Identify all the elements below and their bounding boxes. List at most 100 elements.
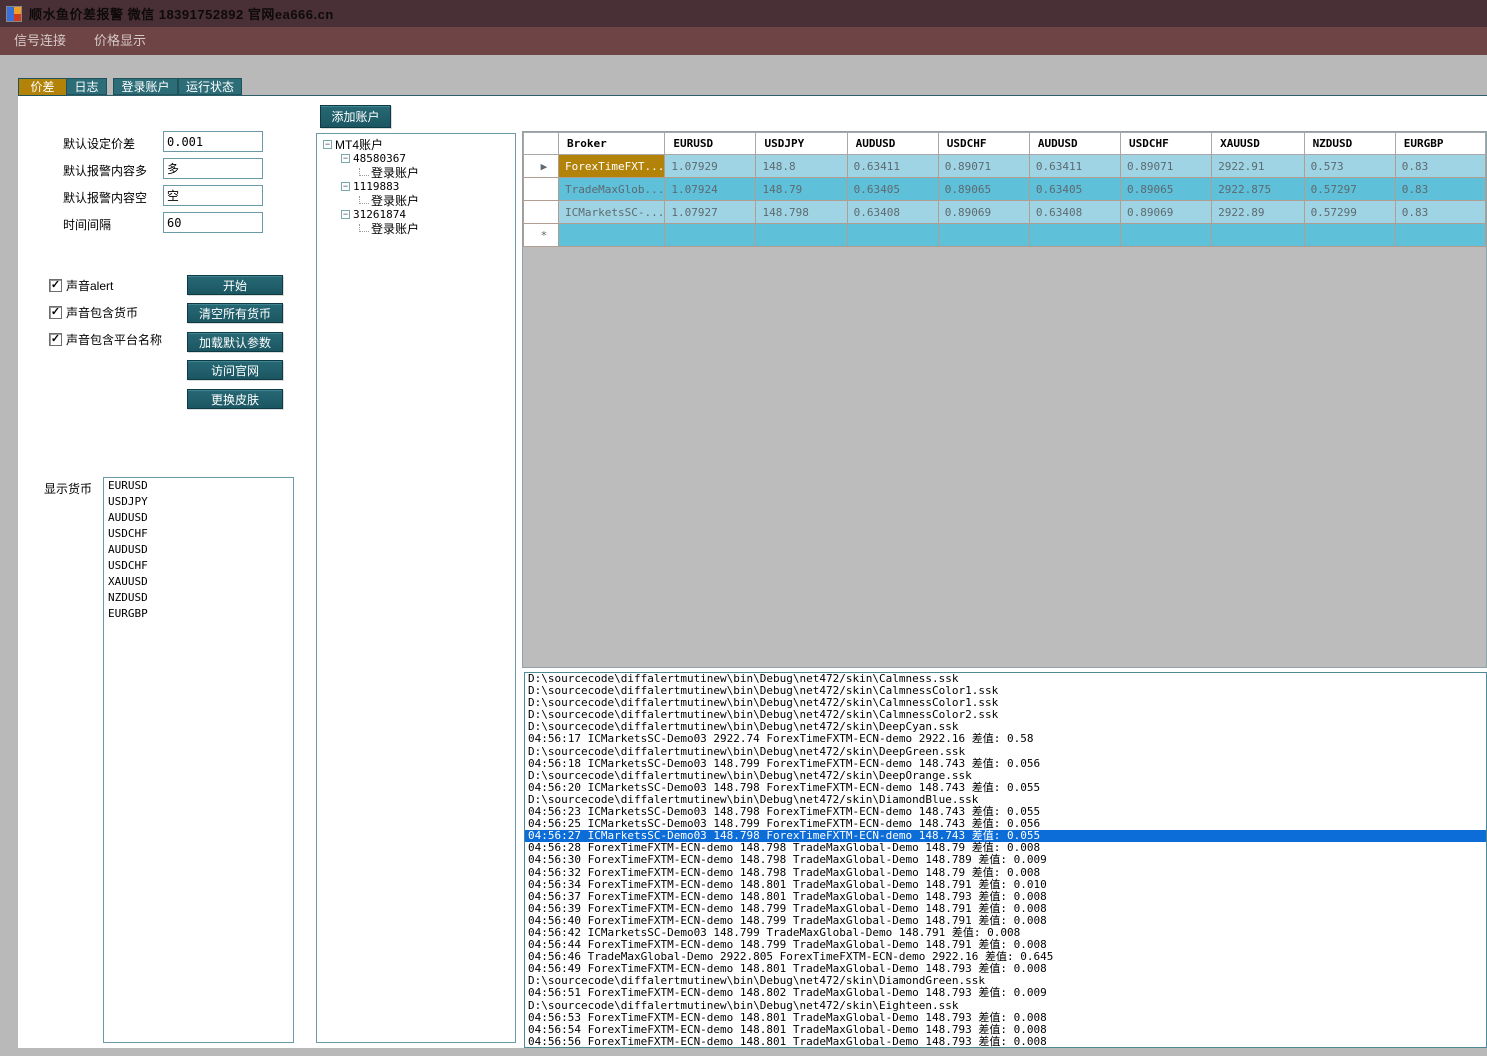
- grid-value-cell[interactable]: 148.798: [755, 200, 848, 224]
- grid-value-cell[interactable]: 0.57297: [1303, 177, 1396, 201]
- log-line[interactable]: D:\sourcecode\diffalertmutinew\bin\Debug…: [525, 745, 1486, 758]
- grid-value-cell[interactable]: 0.63411: [1028, 154, 1122, 178]
- sound-platform-checkbox[interactable]: ✓: [49, 333, 62, 346]
- visit-site-button[interactable]: 访问官网: [187, 360, 283, 380]
- tab-1[interactable]: 价差: [18, 78, 67, 96]
- currency-item[interactable]: NZDUSD: [104, 590, 293, 606]
- default-diff-input[interactable]: [163, 131, 263, 152]
- load-default-button[interactable]: 加载默认参数: [187, 332, 283, 352]
- grid-value-cell[interactable]: 0.63408: [846, 200, 939, 224]
- grid-broker-cell[interactable]: ForexTimeFXT...: [557, 154, 666, 178]
- grid-value-cell[interactable]: 2922.875: [1211, 177, 1305, 201]
- grid-value-cell[interactable]: 0.89065: [1120, 177, 1213, 201]
- start-button[interactable]: 开始: [187, 275, 283, 295]
- log-line[interactable]: 04:56:18 ICMarketsSC-Demo03 148.799 Fore…: [525, 757, 1486, 770]
- log-line[interactable]: 04:56:37 ForexTimeFXTM-ECN-demo 148.801 …: [525, 890, 1486, 903]
- grid-new-row-header[interactable]: *: [523, 223, 559, 247]
- change-skin-button[interactable]: 更换皮肤: [187, 389, 283, 409]
- tab-4[interactable]: 运行状态: [178, 78, 242, 95]
- grid-value-cell[interactable]: 0.89069: [1120, 200, 1213, 224]
- sound-currency-checkbox[interactable]: ✓: [49, 306, 62, 319]
- currency-item[interactable]: EURUSD: [104, 478, 293, 494]
- currency-item[interactable]: USDCHF: [104, 558, 293, 574]
- clear-all-button[interactable]: 清空所有货币: [187, 303, 283, 323]
- grid-empty-cell[interactable]: [557, 223, 666, 247]
- grid-value-cell[interactable]: 1.07929: [664, 154, 757, 178]
- grid-value-cell[interactable]: 0.57299: [1303, 200, 1396, 224]
- menu-item-1[interactable]: 信号连接: [0, 27, 80, 55]
- collapse-icon[interactable]: −: [323, 139, 332, 149]
- grid-value-cell[interactable]: 1.07927: [664, 200, 757, 224]
- grid-col-header[interactable]: USDCHF: [1120, 132, 1213, 155]
- grid-value-cell[interactable]: 0.89065: [937, 177, 1030, 201]
- grid-value-cell[interactable]: 1.07924: [664, 177, 757, 201]
- grid-row-header[interactable]: [523, 200, 559, 224]
- currency-item[interactable]: XAUUSD: [104, 574, 293, 590]
- grid-value-cell[interactable]: 2922.89: [1211, 200, 1305, 224]
- log-line[interactable]: 04:56:30 ForexTimeFXTM-ECN-demo 148.798 …: [525, 854, 1486, 866]
- grid-value-cell[interactable]: 0.63408: [1028, 200, 1122, 224]
- alert-content-short-input[interactable]: [163, 185, 263, 206]
- add-account-button[interactable]: 添加账户: [320, 105, 391, 128]
- collapse-icon[interactable]: −: [341, 209, 350, 219]
- grid-empty-cell[interactable]: [1211, 223, 1305, 247]
- currency-item[interactable]: AUDUSD: [104, 510, 293, 526]
- log-listbox[interactable]: D:\sourcecode\diffalertmutinew\bin\Debug…: [524, 672, 1487, 1048]
- log-line[interactable]: 04:56:56 ForexTimeFXTM-ECN-demo 148.801 …: [525, 1035, 1486, 1047]
- currency-listbox[interactable]: EURUSD USDJPY AUDUSD USDCHF AUDUSD USDCHF XAUU…: [103, 477, 294, 1043]
- tree-node[interactable]: 登录账户: [359, 221, 419, 236]
- currency-item[interactable]: USDJPY: [104, 494, 293, 510]
- log-line[interactable]: D:\sourcecode\diffalertmutinew\bin\Debug…: [525, 999, 1486, 1012]
- grid-value-cell[interactable]: 148.79: [755, 177, 848, 201]
- price-grid[interactable]: Broker EURUSD USDJPY AUDUSD USDCHF AUDUSD USDC…: [522, 131, 1487, 668]
- grid-empty-cell[interactable]: [755, 223, 848, 247]
- grid-value-cell[interactable]: 0.83: [1394, 177, 1486, 201]
- grid-value-cell[interactable]: 0.63411: [846, 154, 939, 178]
- grid-value-cell[interactable]: 0.89069: [937, 200, 1030, 224]
- grid-col-header[interactable]: EURUSD: [664, 132, 757, 155]
- grid-col-header[interactable]: EURGBP: [1394, 132, 1486, 155]
- log-line[interactable]: 04:56:17 ICMarketsSC-Demo03 2922.74 Fore…: [525, 733, 1486, 745]
- grid-empty-cell[interactable]: [664, 223, 757, 247]
- log-line[interactable]: 04:56:32 ForexTimeFXTM-ECN-demo 148.798 …: [525, 866, 1486, 879]
- log-line[interactable]: 04:56:53 ForexTimeFXTM-ECN-demo 148.801 …: [525, 1011, 1486, 1024]
- grid-empty-cell[interactable]: [937, 223, 1030, 247]
- log-line[interactable]: 04:56:34 ForexTimeFXTM-ECN-demo 148.801 …: [525, 878, 1486, 891]
- grid-col-header[interactable]: USDJPY: [755, 132, 848, 155]
- grid-broker-cell[interactable]: TradeMaxGlob...: [557, 177, 666, 201]
- collapse-icon[interactable]: −: [341, 153, 350, 163]
- grid-value-cell[interactable]: 0.63405: [1028, 177, 1122, 201]
- grid-col-header[interactable]: Broker: [557, 132, 666, 155]
- account-tree[interactable]: − MT4账户 −48580367 登录账户 −1119883 登录账户 −31261874…: [316, 133, 516, 1043]
- grid-empty-cell[interactable]: [1028, 223, 1122, 247]
- grid-col-header[interactable]: AUDUSD: [1028, 132, 1122, 155]
- currency-item[interactable]: AUDUSD: [104, 542, 293, 558]
- tab-3[interactable]: 登录账户: [113, 78, 178, 95]
- grid-col-header[interactable]: NZDUSD: [1303, 132, 1396, 155]
- log-line[interactable]: 04:56:54 ForexTimeFXTM-ECN-demo 148.801 …: [525, 1023, 1486, 1036]
- log-line[interactable]: 04:56:51 ForexTimeFXTM-ECN-demo 148.802 …: [525, 987, 1486, 999]
- currency-item[interactable]: USDCHF: [104, 526, 293, 542]
- tab-2[interactable]: 日志: [66, 78, 107, 95]
- grid-empty-cell[interactable]: [1394, 223, 1486, 247]
- grid-col-header[interactable]: AUDUSD: [846, 132, 939, 155]
- menu-item-2[interactable]: 价格显示: [80, 27, 160, 55]
- sound-alert-checkbox[interactable]: ✓: [49, 279, 62, 292]
- tree-node[interactable]: 登录账户: [359, 193, 419, 208]
- grid-value-cell[interactable]: 0.89071: [1120, 154, 1213, 178]
- grid-value-cell[interactable]: 0.83: [1394, 200, 1486, 224]
- grid-value-cell[interactable]: 0.573: [1303, 154, 1396, 178]
- interval-input[interactable]: [163, 212, 263, 233]
- grid-value-cell[interactable]: 2922.91: [1211, 154, 1305, 178]
- grid-value-cell[interactable]: 148.8: [755, 154, 848, 178]
- grid-row-header[interactable]: ▶: [523, 154, 559, 178]
- grid-col-header[interactable]: XAUUSD: [1211, 132, 1305, 155]
- alert-content-long-input[interactable]: [163, 158, 263, 179]
- grid-value-cell[interactable]: 0.89071: [937, 154, 1030, 178]
- tree-node[interactable]: 登录账户: [359, 165, 419, 180]
- currency-item[interactable]: EURGBP: [104, 606, 293, 622]
- grid-value-cell[interactable]: 0.83: [1394, 154, 1486, 178]
- grid-empty-cell[interactable]: [1303, 223, 1396, 247]
- grid-row-header[interactable]: [523, 177, 559, 201]
- collapse-icon[interactable]: −: [341, 181, 350, 191]
